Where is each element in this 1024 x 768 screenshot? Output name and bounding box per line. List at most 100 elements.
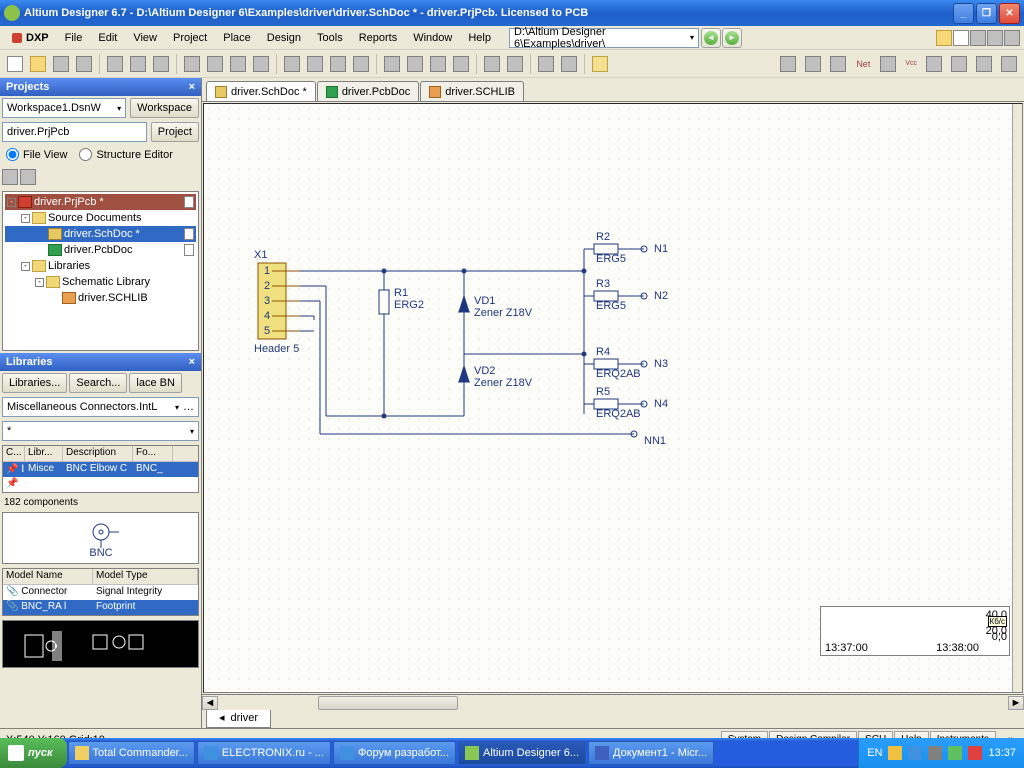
toolbar-button[interactable]	[104, 53, 126, 75]
taskbar-task[interactable]: Altium Designer 6...	[458, 741, 586, 765]
fileview-radio[interactable]: File View	[2, 146, 71, 163]
menu-file[interactable]: File	[57, 29, 91, 47]
place-button[interactable]: lace BN	[129, 373, 182, 393]
start-button[interactable]: пуск	[0, 738, 67, 768]
tray-icon[interactable]	[908, 746, 922, 760]
library-combo[interactable]: Miscellaneous Connectors.IntL▾…	[2, 397, 199, 417]
toolbar-button[interactable]	[127, 53, 149, 75]
toolbar-button[interactable]: Net	[852, 53, 874, 75]
toolbar-button[interactable]	[953, 30, 969, 46]
document-tab[interactable]: driver.SCHLIB	[420, 81, 524, 101]
toolbar-button[interactable]	[877, 53, 899, 75]
panel-close-icon[interactable]: ×	[189, 356, 195, 368]
toolbar-button[interactable]	[504, 53, 526, 75]
menu-tools[interactable]: Tools	[309, 29, 351, 47]
toolbar-button[interactable]	[589, 53, 611, 75]
taskbar-task[interactable]: Документ1 - Micr...	[588, 741, 714, 765]
toolbar-button[interactable]	[777, 53, 799, 75]
toolbar-button[interactable]	[327, 53, 349, 75]
toolbar-button[interactable]	[481, 53, 503, 75]
menu-view[interactable]: View	[125, 29, 165, 47]
tree-item[interactable]: -driver.PrjPcb *	[5, 194, 196, 210]
toolbar-button[interactable]	[923, 53, 945, 75]
toolbar-button[interactable]	[998, 53, 1020, 75]
toolbar-button[interactable]	[948, 53, 970, 75]
tray-icon[interactable]	[888, 746, 902, 760]
tree-item[interactable]: -Source Documents	[5, 210, 196, 226]
toolbar-button[interactable]	[27, 53, 49, 75]
toolbar-button[interactable]	[73, 53, 95, 75]
toolbar-button[interactable]	[250, 53, 272, 75]
nav-fwd-button[interactable]: ►	[722, 28, 742, 48]
close-button[interactable]: ✕	[999, 3, 1020, 24]
libraries-button[interactable]: Libraries...	[2, 373, 67, 393]
project-combo[interactable]: driver.PrjPcb	[2, 122, 147, 142]
search-button[interactable]: Search...	[69, 373, 127, 393]
workspace-button[interactable]: Workspace	[130, 98, 199, 118]
tree-item[interactable]: driver.PcbDoc	[5, 242, 196, 258]
toolbar-button[interactable]	[150, 53, 172, 75]
toolbar-button[interactable]	[350, 53, 372, 75]
dxp-menu[interactable]: DXP	[12, 32, 49, 44]
toolbar-button[interactable]	[304, 53, 326, 75]
toolbar-button[interactable]	[281, 53, 303, 75]
library-filter[interactable]: *▾	[2, 421, 199, 441]
toolbar-button[interactable]	[973, 53, 995, 75]
components-grid[interactable]: C... Libr... Description Fo... 📌 I Misce…	[2, 445, 199, 493]
menu-window[interactable]: Window	[405, 29, 460, 47]
toolbar-button[interactable]	[381, 53, 403, 75]
workspace-combo[interactable]: Workspace1.DsnW▾	[2, 98, 126, 118]
toolbar-button[interactable]	[227, 53, 249, 75]
taskbar-task[interactable]: Total Commander...	[68, 741, 195, 765]
nav-back-button[interactable]: ◄	[701, 28, 721, 48]
toolbar-button[interactable]	[204, 53, 226, 75]
menu-edit[interactable]: Edit	[90, 29, 125, 47]
toolbar-button[interactable]	[802, 53, 824, 75]
toolbar-button[interactable]	[404, 53, 426, 75]
toolbar-button[interactable]	[535, 53, 557, 75]
tree-item[interactable]: driver.SCHLIB	[5, 290, 196, 306]
toolbar-button[interactable]	[558, 53, 580, 75]
maximize-button[interactable]: ❐	[976, 3, 997, 24]
toolbar-button[interactable]	[827, 53, 849, 75]
tree-item[interactable]: -Libraries	[5, 258, 196, 274]
proj-toolbar-button[interactable]	[20, 169, 36, 185]
toolbar-button[interactable]	[936, 30, 952, 46]
toolbar-button[interactable]	[987, 30, 1003, 46]
document-tab[interactable]: driver.PcbDoc	[317, 81, 419, 101]
menu-help[interactable]: Help	[460, 29, 499, 47]
toolbar-button[interactable]	[427, 53, 449, 75]
taskbar-task[interactable]: ELECTRONIX.ru - ...	[197, 741, 331, 765]
toolbar-button[interactable]	[1004, 30, 1020, 46]
tree-item[interactable]: -Schematic Library	[5, 274, 196, 290]
path-combo[interactable]: D:\Altium Designer 6\Examples\driver\▾	[509, 28, 699, 48]
toolbar-button[interactable]	[50, 53, 72, 75]
panel-close-icon[interactable]: ×	[189, 81, 195, 93]
toolbar-button[interactable]	[4, 53, 26, 75]
document-tab[interactable]: driver.SchDoc *	[206, 81, 316, 101]
toolbar-button[interactable]: Vcc	[902, 53, 920, 75]
menu-project[interactable]: Project	[165, 29, 215, 47]
menu-reports[interactable]: Reports	[351, 29, 406, 47]
structeditor-radio[interactable]: Structure Editor	[75, 146, 176, 163]
project-tree[interactable]: -driver.PrjPcb *-Source Documentsdriver.…	[2, 191, 199, 351]
toolbar-button[interactable]	[181, 53, 203, 75]
schematic-canvas[interactable]: X1 Header 5 1 2 3 4 5	[203, 103, 1023, 693]
project-button[interactable]: Project	[151, 122, 199, 142]
menu-design[interactable]: Design	[259, 29, 309, 47]
toolbar-button[interactable]	[970, 30, 986, 46]
sheet-tabs[interactable]: ◂driver	[202, 710, 1024, 728]
tray-icon[interactable]	[928, 746, 942, 760]
menu-place[interactable]: Place	[215, 29, 259, 47]
tree-item[interactable]: driver.SchDoc *	[5, 226, 196, 242]
taskbar-task[interactable]: Форум разработ...	[333, 741, 456, 765]
language-indicator[interactable]: EN	[867, 747, 882, 759]
tray-icon[interactable]	[968, 746, 982, 760]
models-grid[interactable]: Model Name Model Type 📎 ConnectorSignal …	[2, 568, 199, 616]
minimize-button[interactable]: _	[953, 3, 974, 24]
horizontal-scrollbar[interactable]: ◄►	[202, 694, 1024, 710]
proj-toolbar-button[interactable]	[2, 169, 18, 185]
right-panel-strip[interactable]	[1012, 104, 1022, 692]
tray-icon[interactable]	[948, 746, 962, 760]
system-tray[interactable]: EN 13:37	[858, 738, 1024, 768]
